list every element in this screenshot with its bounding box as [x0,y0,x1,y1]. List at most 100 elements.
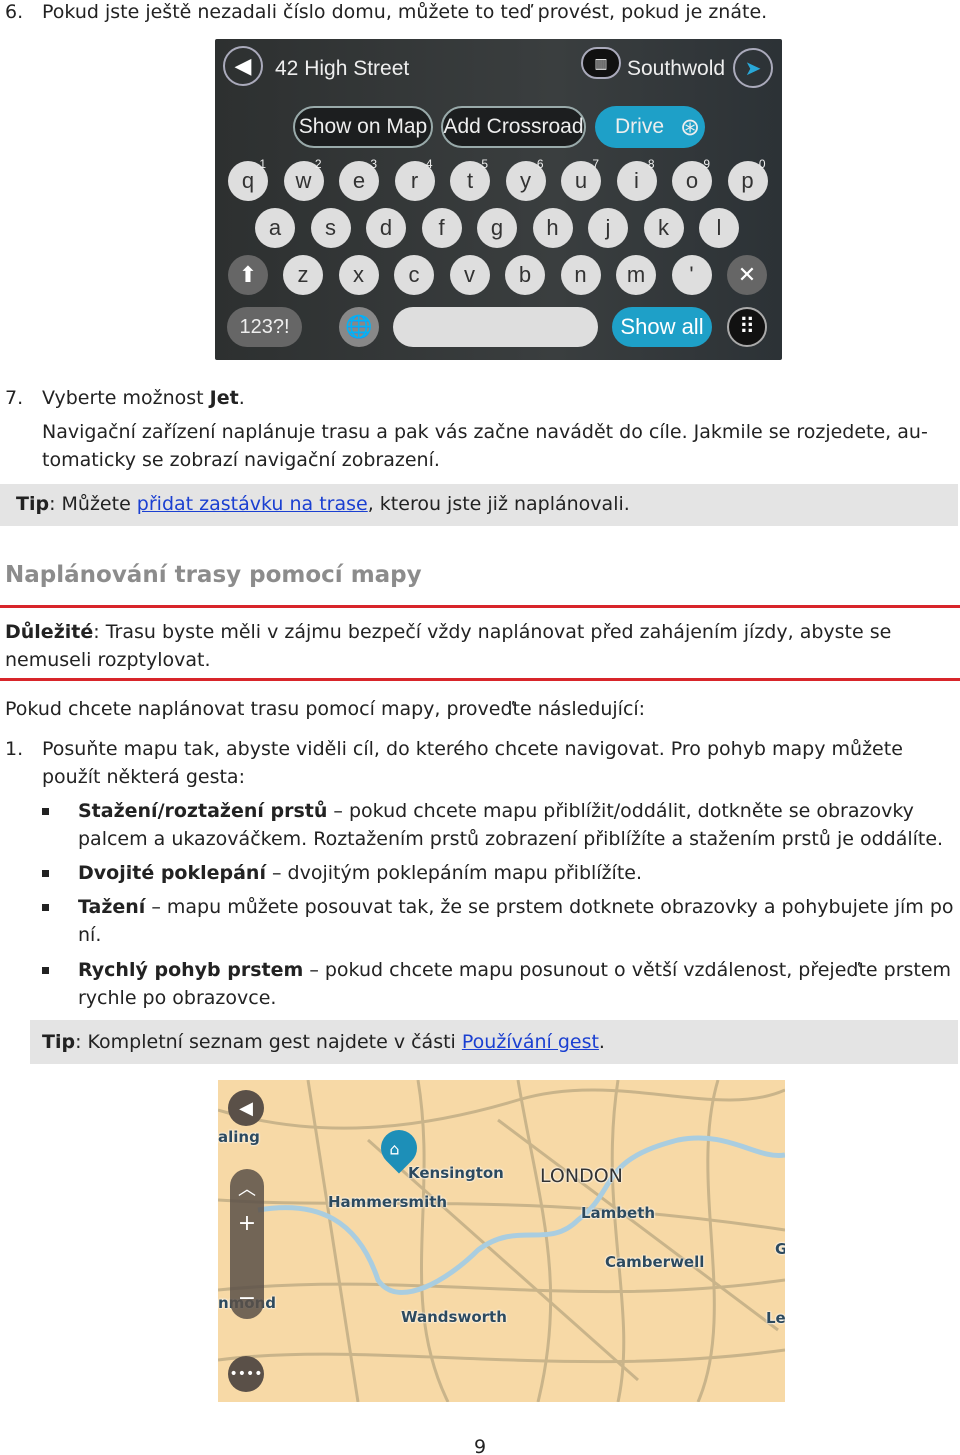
key-i[interactable]: i8 [616,157,657,201]
key-letter: p [741,168,754,193]
gesture-name: Stažení/roztažení prstů [78,800,328,822]
address-input[interactable]: 42 High Street [275,57,409,81]
key-c[interactable]: c [394,255,434,295]
back-button[interactable]: ◀ [223,46,263,86]
show-on-map-button[interactable]: Show on Map [293,106,433,148]
key-letter: o [685,168,699,193]
gesture-desc-cont: ní. [78,924,102,946]
step-7: 7. Vyberte možnost Jet. [5,384,245,412]
city-label[interactable]: Southwold [627,57,725,81]
step-text: Pokud jste ještě nezadali číslo domu, mů… [42,1,768,23]
key-m[interactable]: m [616,255,656,295]
key-e[interactable]: e3 [339,157,379,201]
key-w[interactable]: w2 [283,157,324,201]
tilt-up-icon[interactable]: ︿ [230,1175,264,1201]
tip-text: . [598,1031,605,1053]
gesture-desc-cont: palcem a ukazováčkem. Roztažením prstů z… [78,828,944,850]
navigation-arrow-icon[interactable]: ➤ [733,48,773,88]
key-o[interactable]: o9 [672,157,712,201]
key-x[interactable]: x [338,255,379,295]
drive-label: Drive [615,115,665,138]
key-u[interactable]: u7 [561,157,601,201]
back-button[interactable]: ◀ [228,1090,264,1126]
important-text: : Trasu byste měli v zájmu bezpečí vždy … [93,621,892,643]
show-all-button[interactable]: Show all [612,307,712,347]
key-l[interactable]: l [699,208,739,248]
key-p[interactable]: p0 [727,157,768,201]
key-number: 6 [536,157,544,171]
key-number: 7 [592,157,599,171]
globe-icon[interactable]: 🌐 [339,307,379,347]
key-letter: v [464,262,475,287]
step-text: . [238,387,245,409]
step-number: 7. [5,387,24,409]
key-letter: h [546,215,559,240]
gesture-desc: – mapu můžete posouvat tak, že se prstem… [145,896,954,918]
key-letter: c [408,262,420,287]
document-page: 6. Pokud jste ještě nezadali číslo domu, … [0,0,960,1455]
key-letter: a [268,215,282,240]
key-letter: ' [689,262,694,287]
drive-button[interactable]: Drive ⊛ [595,106,705,148]
key-g[interactable]: g [477,208,517,248]
more-options-button[interactable]: •••• [228,1356,264,1392]
key-letter: i [634,168,639,193]
key-number: 0 [758,157,766,171]
key-number: 5 [481,157,488,171]
step-7-desc-1: Navigační zařízení naplánuje trasu a pak… [42,421,928,443]
key-r[interactable]: r4 [394,157,435,201]
key-f[interactable]: f [421,208,462,248]
key-letter: n [574,262,587,287]
keyboard-hide-icon[interactable]: ⠿ [727,307,767,347]
map-roads [218,1080,785,1402]
add-stop-link[interactable]: přidat zastávku na trase [137,493,368,515]
city-icon[interactable]: ▥ [581,47,621,79]
red-divider [0,605,960,608]
shift-key[interactable]: ⬆ [228,255,268,295]
numbers-key[interactable]: 123?! [227,307,302,347]
map-label: Lambeth [581,1204,656,1222]
add-crossroad-button[interactable]: Add Crossroad [441,106,586,148]
gesture-item: Stažení/roztažení prstů – pokud chcete m… [78,797,914,825]
bullet-icon [42,808,49,815]
key-letter: f [438,215,445,240]
using-gestures-link[interactable]: Používání gest [462,1031,599,1053]
key-number: 9 [703,157,710,171]
gesture-desc: – pokud chcete mapu přiblížit/oddálit, d… [327,800,914,822]
space-key[interactable] [393,307,598,347]
key-t[interactable]: t5 [450,157,490,201]
key-a[interactable]: a [255,208,295,248]
key-v[interactable]: v [449,255,490,295]
key-k[interactable]: k [643,208,684,248]
step-1: 1. Posuňte mapu tak, abyste viděli cíl, d… [5,735,903,763]
key-b[interactable]: b [505,255,545,295]
map-label: Le [766,1309,785,1327]
key-z[interactable]: z [283,255,323,295]
map-label: aling [218,1128,260,1146]
key-s[interactable]: s [310,208,351,248]
zoom-control[interactable]: ︿ + − [230,1169,264,1319]
key-apostrophe[interactable]: ' [671,255,712,295]
gesture-name: Tažení [78,896,146,918]
key-letter: e [352,168,366,193]
key-letter: z [297,262,309,287]
key-j[interactable]: j [588,208,628,248]
key-letter: k [658,215,669,240]
key-letter: x [353,262,364,287]
key-n[interactable]: n [560,255,601,295]
key-d[interactable]: d [366,208,406,248]
step-text: Vyberte možnost [42,387,210,409]
key-h[interactable]: h [532,208,573,248]
section-heading: Naplánování trasy pomocí mapy [5,562,422,588]
zoom-in-button[interactable]: + [230,1211,264,1236]
map-label: LONDON [540,1165,623,1187]
map-label: Kensington [408,1164,504,1182]
key-number: 3 [370,157,377,171]
key-y[interactable]: y6 [505,157,546,201]
zoom-out-button[interactable]: − [230,1286,264,1311]
tip-label: Tip [16,493,50,515]
backspace-key[interactable]: ✕ [727,255,767,295]
gesture-item: Tažení – mapu můžete posouvat tak, že se… [78,893,954,921]
key-q[interactable]: q1 [228,157,268,201]
key-letter: b [518,262,532,287]
